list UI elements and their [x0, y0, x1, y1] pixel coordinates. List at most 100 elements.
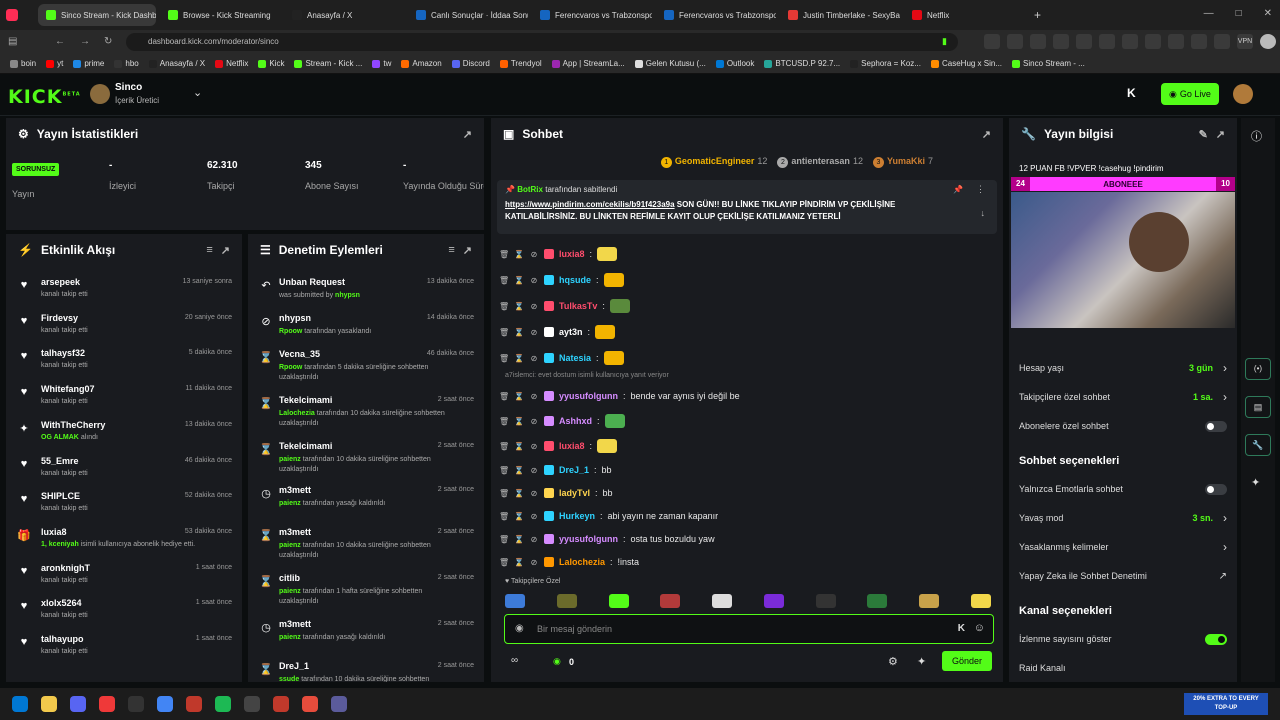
moderation-item[interactable]: ⌛ citlib paienz tarafından 1 hafta süreliğ… [248, 572, 484, 616]
delete-icon[interactable]: 🗑 [499, 466, 509, 475]
tools-icon[interactable]: 🔧 [1245, 434, 1271, 456]
extension-icon[interactable] [1030, 34, 1046, 49]
activity-username[interactable]: xlolx5264 [41, 598, 82, 608]
moderation-target[interactable]: DreJ_1 [279, 661, 309, 671]
chat-username[interactable]: DreJ_1 [559, 465, 589, 475]
emote[interactable] [556, 594, 577, 608]
expand-icon[interactable]: ↗ [463, 128, 472, 141]
ban-icon[interactable]: ⊘ [529, 417, 539, 426]
chat-message[interactable]: 🗑 ⌛ ⊘ Lalochezia: !insta [499, 552, 639, 572]
timeout-icon[interactable]: ⌛ [514, 302, 524, 311]
send-button[interactable]: Gönder [942, 651, 992, 671]
chat-username[interactable]: yyusufolgunn [559, 391, 618, 401]
spotify-icon[interactable] [215, 696, 231, 712]
link-icon[interactable]: ∞ [511, 655, 518, 666]
url-input[interactable]: dashboard.kick.com/moderator/sinco [126, 33, 958, 51]
extension-icon[interactable] [1076, 34, 1092, 49]
setting-row[interactable]: Yavaş mod 3 sn. › [1019, 509, 1227, 527]
start-icon[interactable] [12, 696, 28, 712]
ban-icon[interactable]: ⊘ [529, 328, 539, 337]
chat-message[interactable]: 🗑 ⌛ ⊘ luxia8: [499, 244, 622, 264]
activity-username[interactable]: Whitefang07 [41, 384, 95, 394]
activity-username[interactable]: talhayupo [41, 634, 84, 644]
toggle-switch[interactable] [1205, 633, 1227, 645]
top-gifter[interactable]: 2 antienterasan 12 [777, 156, 863, 168]
delete-icon[interactable]: 🗑 [499, 250, 509, 259]
emote[interactable] [712, 594, 733, 608]
extension-icon[interactable] [1007, 34, 1023, 49]
timeout-icon[interactable]: ⌛ [514, 489, 524, 498]
emote[interactable] [970, 594, 991, 608]
moderation-item[interactable]: ⌛ Vecna_35 Rpoow tarafından 5 dakika sürel… [248, 348, 484, 392]
app2-icon[interactable] [244, 696, 260, 712]
chevron-down-icon[interactable]: ⌄ [193, 86, 202, 99]
activity-item[interactable]: 🎁 luxia8 1, kceniyah isimli kullanıcıya ab… [6, 526, 242, 562]
chat-username[interactable]: hqsude [559, 275, 591, 285]
moderator-name[interactable]: paienz [279, 542, 301, 549]
emote[interactable] [763, 594, 784, 608]
chevron-right-icon[interactable]: › [1223, 390, 1227, 404]
kick-emote-icon[interactable]: K [958, 623, 965, 634]
bookmark-item[interactable]: Sinco Stream - ... [1012, 59, 1085, 68]
extension-icon[interactable] [1168, 34, 1184, 49]
edit-icon[interactable]: ✎ [1199, 128, 1208, 141]
activity-item[interactable]: ♥ arsepeek kanalı takip etti 13 saniye sonr… [6, 276, 242, 312]
delete-icon[interactable]: 🗑 [499, 489, 509, 498]
activity-item[interactable]: ♥ xlolx5264 kanalı takip etti 1 saat önce [6, 597, 242, 633]
moderation-target[interactable]: citlib [279, 573, 300, 583]
timeout-icon[interactable]: ⌛ [514, 466, 524, 475]
chat-message[interactable]: 🗑 ⌛ ⊘ hqsude: [499, 270, 629, 290]
chat-username[interactable]: Natesia [559, 353, 591, 363]
activity-item[interactable]: ♥ Whitefang07 kanalı takip etti 11 dakika ö… [6, 383, 242, 419]
bookmark-item[interactable]: Sephora = Koz... [850, 59, 921, 68]
delete-icon[interactable]: 🗑 [499, 392, 509, 401]
pinned-link[interactable]: https://www.pindirim.com/cekilis/b91f423… [505, 200, 675, 209]
chat-message[interactable]: 🗑 ⌛ ⊘ Natesia: [499, 348, 629, 368]
extension-icon[interactable] [984, 34, 1000, 49]
chat-message[interactable]: 🗑 ⌛ ⊘ ladyTvl: bb [499, 483, 613, 503]
bookmark-item[interactable]: App | StreamLa... [551, 59, 625, 68]
extension-icon[interactable] [1122, 34, 1138, 49]
bookmark-item[interactable]: prime [73, 59, 104, 68]
moderator-name[interactable]: paienz [279, 456, 301, 463]
chat-username[interactable]: yyusufolgunn [559, 534, 618, 544]
profile-icon[interactable] [1260, 34, 1276, 49]
browser-tab[interactable]: Sinco Stream - Kick Dashbo [38, 4, 156, 26]
ban-icon[interactable]: ⊘ [529, 489, 539, 498]
bookmark-item[interactable]: Kick [258, 59, 284, 68]
setting-row[interactable]: Hesap yaşı 3 gün › [1019, 359, 1227, 377]
moderation-target[interactable]: m3mett [279, 619, 311, 629]
moderation-item[interactable]: ⌛ m3mett paienz tarafından 10 dakika sürel… [248, 526, 484, 570]
timeout-icon[interactable]: ⌛ [514, 250, 524, 259]
moderation-target[interactable]: Unban Request [279, 277, 345, 287]
moderation-target[interactable]: nhypsn [279, 313, 311, 323]
chat-username[interactable]: TulkasTv [559, 301, 597, 311]
moderation-item[interactable]: ◷ m3mett paienz tarafından yasağı kaldırıl… [248, 484, 484, 528]
delete-icon[interactable]: 🗑 [499, 512, 509, 521]
ban-icon[interactable]: ⊘ [529, 354, 539, 363]
activity-username[interactable]: talhaysf32 [41, 348, 85, 358]
extension-icon[interactable] [1145, 34, 1161, 49]
delete-icon[interactable]: 🗑 [499, 302, 509, 311]
moderator-name[interactable]: Lalochezia [279, 410, 315, 417]
extension-icon[interactable] [1099, 34, 1115, 49]
new-tab-button[interactable]: + [1034, 8, 1041, 22]
go-live-button[interactable]: ◉ Go Live [1161, 83, 1219, 105]
emote[interactable] [919, 594, 940, 608]
explorer-icon[interactable] [41, 696, 57, 712]
timeout-icon[interactable]: ⌛ [514, 535, 524, 544]
delete-icon[interactable]: 🗑 [499, 558, 509, 567]
emote[interactable] [505, 594, 525, 608]
ban-icon[interactable]: ⊘ [529, 392, 539, 401]
top-gifter[interactable]: 3 YumaKki 7 [872, 156, 933, 168]
chat-username[interactable]: ladyTvl [559, 488, 590, 498]
chat-input[interactable]: Bir mesaj gönderin [537, 624, 612, 634]
bookmark-item[interactable]: yt [46, 59, 63, 68]
chat-input-box[interactable]: ◉ Bir mesaj gönderin K ☺ [504, 614, 994, 644]
bookmark-item[interactable]: BTCUSD.P 92.7... [764, 59, 840, 68]
browser-tab[interactable]: Ferencvaros vs Trabzonspor [532, 4, 652, 26]
info-icon[interactable]: ⓘ [1251, 128, 1262, 144]
chat-message[interactable]: 🗑 ⌛ ⊘ yyusufolgunn: bende var aynıs iyi deği… [499, 386, 740, 406]
setting-row[interactable]: Yasaklanmış kelimeler › [1019, 538, 1227, 556]
activity-username[interactable]: arsepeek [41, 277, 80, 287]
